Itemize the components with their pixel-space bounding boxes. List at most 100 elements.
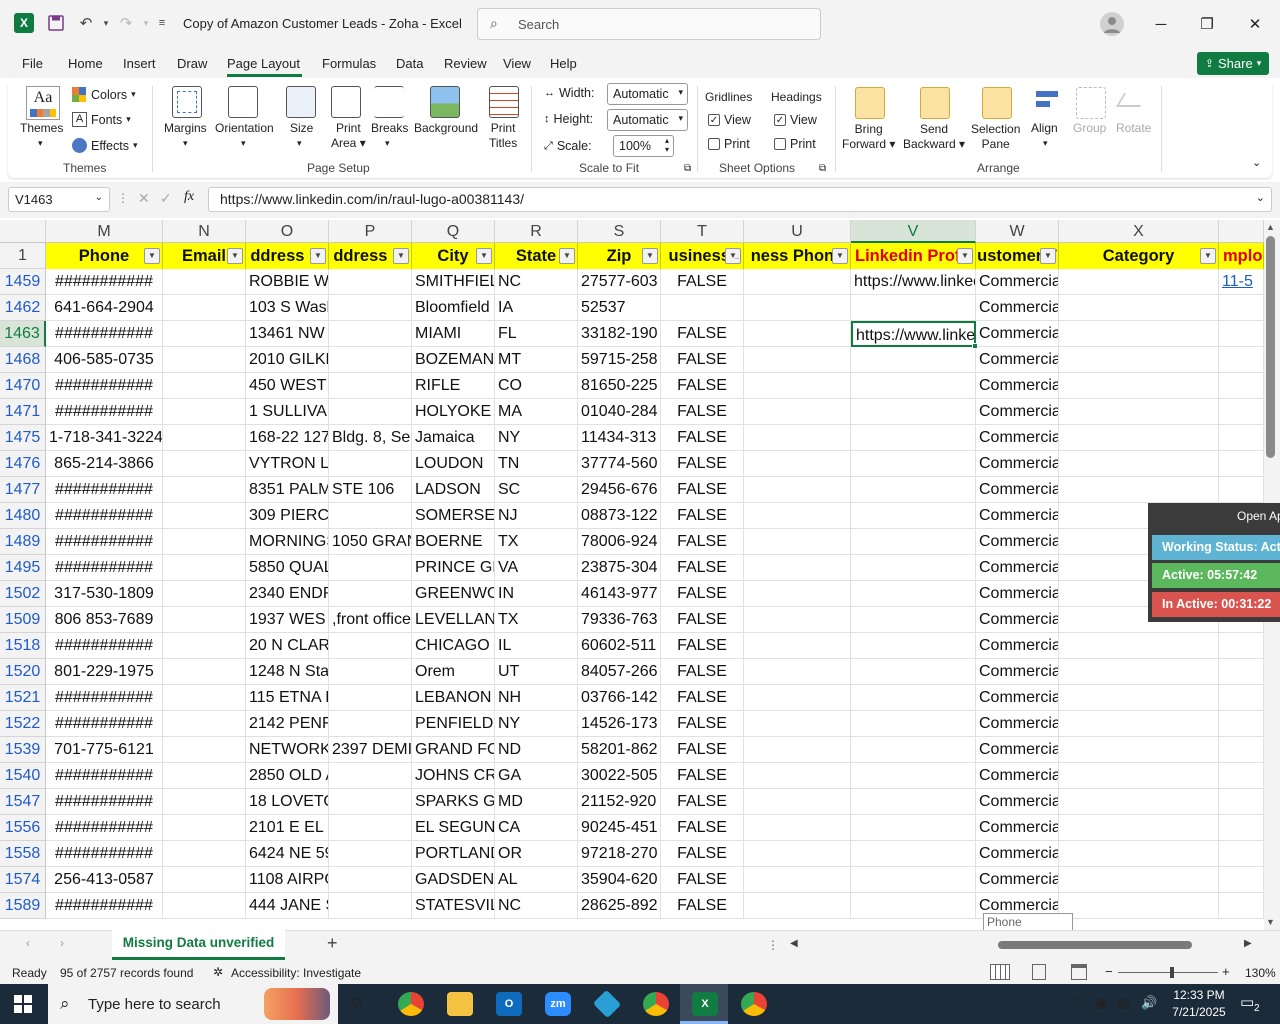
table-cell[interactable]: 5850 QUALITY WAY — [246, 555, 329, 581]
table-cell[interactable] — [329, 711, 412, 737]
tab-home[interactable]: Home — [68, 56, 103, 71]
table-cell[interactable]: FALSE — [661, 659, 744, 685]
tray-app-icon[interactable]: ▣ — [1095, 995, 1107, 1011]
zoom-slider[interactable] — [1118, 972, 1218, 973]
header-cell[interactable]: Category ▼ — [1059, 243, 1219, 269]
clock-time[interactable]: 12:33 PM — [1170, 988, 1228, 1002]
table-cell[interactable] — [1219, 321, 1264, 347]
table-cell[interactable] — [744, 841, 851, 867]
width-dropdown[interactable]: Automatic ▾ — [607, 83, 688, 105]
table-cell[interactable]: 11434-313 — [578, 425, 661, 451]
close-icon[interactable]: ✕ — [1232, 0, 1278, 48]
row-header[interactable]: 1489 — [0, 529, 46, 555]
vertical-scroll-thumb[interactable] — [1266, 236, 1275, 458]
column-header-s[interactable]: S — [578, 220, 661, 243]
filter-dropdown-icon[interactable]: ▼ — [957, 248, 973, 264]
table-cell[interactable]: FALSE — [661, 373, 744, 399]
row-header[interactable]: 1518 — [0, 633, 46, 659]
table-cell[interactable] — [851, 659, 976, 685]
send-backward-button[interactable]: Send Backward ▾ — [903, 122, 965, 152]
table-cell[interactable]: 08873-122 — [578, 503, 661, 529]
filter-dropdown-icon[interactable]: ▼ — [310, 248, 326, 264]
table-cell[interactable]: 2142 PENFIELD RD — [246, 711, 329, 737]
row-header[interactable]: 1476 — [0, 451, 46, 477]
group-button[interactable]: Group — [1073, 121, 1106, 136]
filter-dropdown-icon[interactable]: ▼ — [832, 248, 848, 264]
table-cell[interactable] — [1059, 269, 1219, 295]
customize-qat-icon[interactable]: ≡ — [152, 13, 172, 33]
table-cell[interactable]: STATESVIL — [412, 893, 495, 919]
table-cell[interactable]: Jamaica — [412, 425, 495, 451]
table-cell[interactable] — [1219, 711, 1264, 737]
table-cell[interactable] — [744, 763, 851, 789]
table-cell[interactable]: PRINCE GE — [412, 555, 495, 581]
table-cell[interactable]: ########### — [46, 529, 163, 555]
table-cell[interactable] — [1059, 633, 1219, 659]
spreadsheet-grid[interactable]: M N O P Q R S T U V W X 1 Phone ▼ Email ▼ ddress Li ▼ ddres… — [0, 220, 1264, 930]
row-header[interactable]: 1 — [0, 243, 46, 269]
table-cell[interactable]: BOZEMAN — [412, 347, 495, 373]
header-cell[interactable]: ddress Li ▼ — [246, 243, 329, 269]
table-cell[interactable]: SC — [495, 477, 578, 503]
row-header[interactable]: 1589 — [0, 893, 46, 919]
table-cell[interactable]: 2397 DEMI — [329, 737, 412, 763]
next-sheet-icon[interactable]: › — [60, 936, 64, 950]
table-cell[interactable] — [163, 867, 246, 893]
table-cell[interactable]: STE 106 — [329, 477, 412, 503]
table-cell[interactable]: FALSE — [661, 581, 744, 607]
table-cell[interactable] — [163, 841, 246, 867]
header-cell[interactable]: ddress Li ▼ — [329, 243, 412, 269]
table-cell[interactable]: IA — [495, 295, 578, 321]
table-cell[interactable]: Commercial — [976, 841, 1059, 867]
table-cell[interactable]: NY — [495, 425, 578, 451]
undo-dropdown-icon[interactable]: ▾ — [96, 13, 116, 33]
scroll-right-icon[interactable]: ▶ — [1244, 938, 1252, 949]
table-cell[interactable]: 8351 PALM — [246, 477, 329, 503]
table-cell[interactable]: 79336-763 — [578, 607, 661, 633]
row-header[interactable]: 1459 — [0, 269, 46, 295]
table-cell[interactable] — [851, 451, 976, 477]
filter-dropdown-icon[interactable]: ▼ — [1040, 248, 1056, 264]
table-cell[interactable]: 168-22 127 — [246, 425, 329, 451]
table-cell[interactable] — [1059, 295, 1219, 321]
table-cell[interactable]: 1248 N State St — [246, 659, 329, 685]
table-cell[interactable] — [163, 581, 246, 607]
row-header[interactable]: 1540 — [0, 763, 46, 789]
row-header[interactable]: 1495 — [0, 555, 46, 581]
select-all-corner[interactable] — [0, 220, 46, 243]
table-cell[interactable] — [1219, 815, 1264, 841]
table-cell[interactable]: CHICAGO — [412, 633, 495, 659]
scroll-down-icon[interactable]: ▼ — [1266, 917, 1275, 927]
table-cell[interactable] — [163, 295, 246, 321]
table-cell[interactable]: LEBANON — [412, 685, 495, 711]
table-cell[interactable]: 1050 GRAN — [329, 529, 412, 555]
table-cell[interactable] — [851, 581, 976, 607]
table-cell[interactable] — [329, 763, 412, 789]
table-cell[interactable]: ########### — [46, 555, 163, 581]
table-cell[interactable]: 2850 OLD ALABAMA R — [246, 763, 329, 789]
header-cell[interactable]: Phone ▼ — [46, 243, 163, 269]
table-cell[interactable]: Commercial — [976, 607, 1059, 633]
table-cell[interactable] — [329, 295, 412, 321]
table-cell[interactable] — [163, 477, 246, 503]
print-titles-button[interactable]: Print Titles — [489, 121, 517, 151]
excel-taskbar-icon[interactable]: X — [692, 992, 718, 1016]
table-cell[interactable] — [1219, 763, 1264, 789]
undo-icon[interactable]: ↶ — [76, 13, 96, 33]
row-header[interactable]: 1470 — [0, 373, 46, 399]
table-cell[interactable]: MA — [495, 399, 578, 425]
table-cell[interactable] — [1219, 893, 1264, 919]
table-cell[interactable] — [1059, 659, 1219, 685]
redo-icon[interactable]: ↷ — [116, 13, 136, 33]
table-cell[interactable]: AL — [495, 867, 578, 893]
search-box[interactable]: ⌕ Search — [477, 8, 821, 40]
table-cell[interactable] — [744, 711, 851, 737]
table-cell[interactable] — [1219, 295, 1264, 321]
table-cell[interactable] — [329, 685, 412, 711]
formula-input[interactable]: https://www.linkedin.com/in/raul-lugo-a0… — [208, 187, 1272, 212]
table-cell[interactable]: 641-664-2904 — [46, 295, 163, 321]
table-cell[interactable]: TN — [495, 451, 578, 477]
table-cell[interactable]: LOUDON — [412, 451, 495, 477]
table-cell[interactable]: 23875-304 — [578, 555, 661, 581]
table-cell[interactable] — [163, 633, 246, 659]
